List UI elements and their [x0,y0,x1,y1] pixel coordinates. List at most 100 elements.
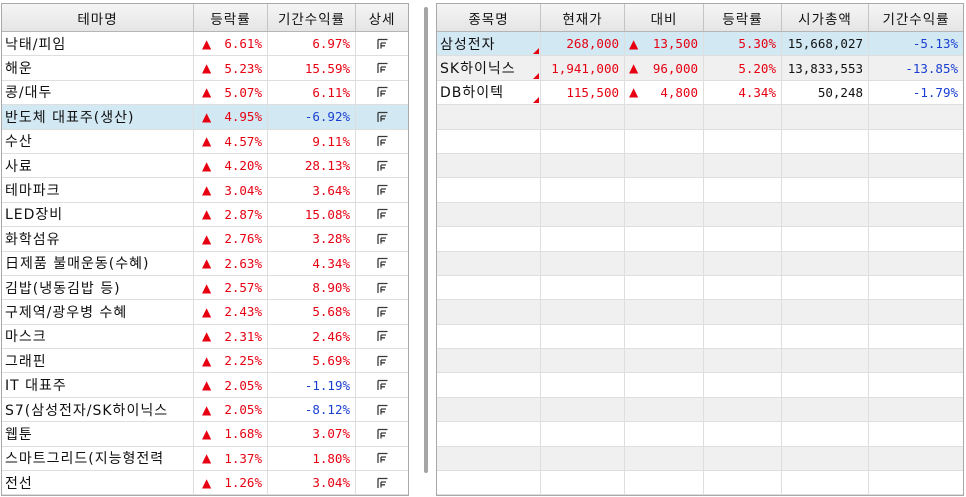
detail-icon[interactable] [374,232,390,246]
theme-period-return: -1.19% [304,377,350,393]
stock-name: 삼성전자 [440,36,496,53]
detail-icon[interactable] [374,378,390,392]
empty-cell [437,202,541,227]
detail-icon[interactable] [374,37,390,51]
theme-name: LED장비 [5,207,64,224]
theme-change-rate: 5.07% [224,84,262,100]
header-market-cap[interactable]: 시가총액 [782,4,869,31]
header-change-rate[interactable]: 등락률 [194,4,268,31]
theme-row[interactable]: 그래핀 ▲ 2.25% 5.69% [2,349,408,374]
current-price: 115,500 [566,84,619,100]
detail-icon[interactable] [374,110,390,124]
up-arrow-icon: ▲ [202,85,212,100]
theme-period-return: 3.04% [312,475,350,491]
empty-cell [625,349,704,373]
detail-icon[interactable] [374,354,390,368]
theme-period-return-cell: -6.92% [268,105,356,129]
stock-row[interactable]: SK하이닉스 1,941,000 ▲ 96,000 5.20% 13,833,553 -13… [437,56,963,81]
detail-icon[interactable] [374,61,390,75]
theme-row[interactable]: 해운 ▲ 5.23% 15.59% [2,56,408,81]
theme-name-cell[interactable]: 수산 [2,129,194,153]
up-arrow-icon: ▲ [202,61,212,76]
theme-row[interactable]: 테마파크 ▲ 3.04% 3.64% [2,178,408,203]
header-detail[interactable]: 상세 [356,4,408,31]
theme-row[interactable]: S7(삼성전자/SK하이닉스 ▲ 2.05% -8.12% [2,397,408,423]
stock-name-cell[interactable]: 삼성전자 [437,32,541,56]
theme-row[interactable]: 김밥(냉동김밥 등) ▲ 2.57% 8.90% [2,275,408,301]
detail-icon[interactable] [374,329,390,343]
theme-name-cell[interactable]: 김밥(냉동김밥 등) [2,275,194,300]
header-period-return[interactable]: 기간수익률 [869,4,963,31]
theme-row[interactable]: 낙태/피임 ▲ 6.61% 6.97% [2,32,408,57]
theme-row[interactable]: 마스크 ▲ 2.31% 2.46% [2,324,408,350]
theme-row[interactable]: 사료 ▲ 4.20% 28.13% [2,153,408,179]
theme-change-rate: 2.76% [224,231,262,247]
detail-icon[interactable] [374,256,390,270]
theme-name-cell[interactable]: LED장비 [2,202,194,227]
theme-table-scrollbar[interactable] [421,3,431,496]
theme-name-cell[interactable]: 사료 [2,153,194,178]
theme-change-rate-cell: ▲ 5.23% [194,56,268,80]
theme-name-cell[interactable]: 구제역/광우병 수혜 [2,300,194,324]
theme-name: 사료 [5,158,33,175]
theme-row[interactable]: 화학섬유 ▲ 2.76% 3.28% [2,227,408,252]
stock-row[interactable]: DB하이텍 115,500 ▲ 4,800 4.34% 50,248 -1.79% [437,80,963,106]
theme-name-cell[interactable]: IT 대표주 [2,373,194,397]
detail-icon[interactable] [374,159,390,173]
theme-row[interactable]: LED장비 ▲ 2.87% 15.08% [2,202,408,228]
detail-icon[interactable] [374,427,390,441]
theme-name-cell[interactable]: 콩/대두 [2,80,194,105]
theme-name-cell[interactable]: 웹툰 [2,422,194,446]
empty-cell [437,153,541,178]
detail-icon[interactable] [374,281,390,295]
detail-icon[interactable] [374,476,390,490]
detail-icon[interactable] [374,451,390,465]
theme-change-rate-cell: ▲ 2.57% [194,275,268,300]
empty-cell [625,202,704,227]
header-period-return[interactable]: 기간수익률 [268,4,356,31]
detail-icon[interactable] [374,305,390,319]
theme-row[interactable]: 구제역/광우병 수혜 ▲ 2.43% 5.68% [2,300,408,325]
header-stock-name[interactable]: 종목명 [437,4,541,31]
detail-icon[interactable] [374,403,390,417]
theme-name-cell[interactable]: 마스크 [2,324,194,349]
header-change-rate[interactable]: 등락률 [704,4,782,31]
theme-name-cell[interactable]: 그래핀 [2,349,194,373]
theme-row[interactable]: 日제품 불매운동(수혜) ▲ 2.63% 4.34% [2,251,408,276]
theme-name-cell[interactable]: 테마파크 [2,178,194,202]
change-rate: 4.34% [738,84,776,100]
theme-row[interactable]: 스마트그리드(지능형전력 ▲ 1.37% 1.80% [2,446,408,472]
theme-name-cell[interactable]: 낙태/피임 [2,32,194,56]
theme-row[interactable]: 웹툰 ▲ 1.68% 3.07% [2,422,408,447]
theme-name-cell[interactable]: 해운 [2,56,194,80]
theme-row[interactable]: 반도체 대표주(생산) ▲ 4.95% -6.92% [2,105,408,130]
header-change[interactable]: 대비 [625,4,704,31]
theme-row[interactable]: 수산 ▲ 4.57% 9.11% [2,129,408,154]
theme-name-cell[interactable]: 반도체 대표주(생산) [2,105,194,129]
detail-icon[interactable] [374,207,390,221]
theme-name-cell[interactable]: 전선 [2,471,194,495]
stock-name-cell[interactable]: DB하이텍 [437,80,541,105]
theme-name-cell[interactable]: 화학섬유 [2,227,194,251]
empty-cell [437,471,541,495]
theme-row[interactable]: IT 대표주 ▲ 2.05% -1.19% [2,373,408,398]
empty-row [437,471,963,495]
header-theme-name[interactable]: 테마명 [2,4,194,31]
detail-icon[interactable] [374,183,390,197]
theme-period-return-cell: 3.04% [268,471,356,495]
theme-row[interactable]: 전선 ▲ 1.26% 3.04% [2,471,408,495]
stock-row[interactable]: 삼성전자 268,000 ▲ 13,500 5.30% 15,668,027 -5.13% [437,32,963,57]
theme-name-cell[interactable]: 스마트그리드(지능형전력 [2,446,194,471]
theme-row[interactable]: 콩/대두 ▲ 5.07% 6.11% [2,80,408,106]
header-current-price[interactable]: 현재가 [541,4,625,31]
detail-icon[interactable] [374,134,390,148]
theme-detail-cell [356,300,408,323]
theme-name: 낙태/피임 [5,36,67,53]
scrollbar-thumb[interactable] [424,7,428,473]
empty-cell [782,202,869,227]
theme-name-cell[interactable]: 日제품 불매운동(수혜) [2,251,194,275]
empty-cell [704,373,782,397]
detail-icon[interactable] [374,85,390,99]
stock-name-cell[interactable]: SK하이닉스 [437,56,541,80]
theme-name-cell[interactable]: S7(삼성전자/SK하이닉스 [2,397,194,422]
